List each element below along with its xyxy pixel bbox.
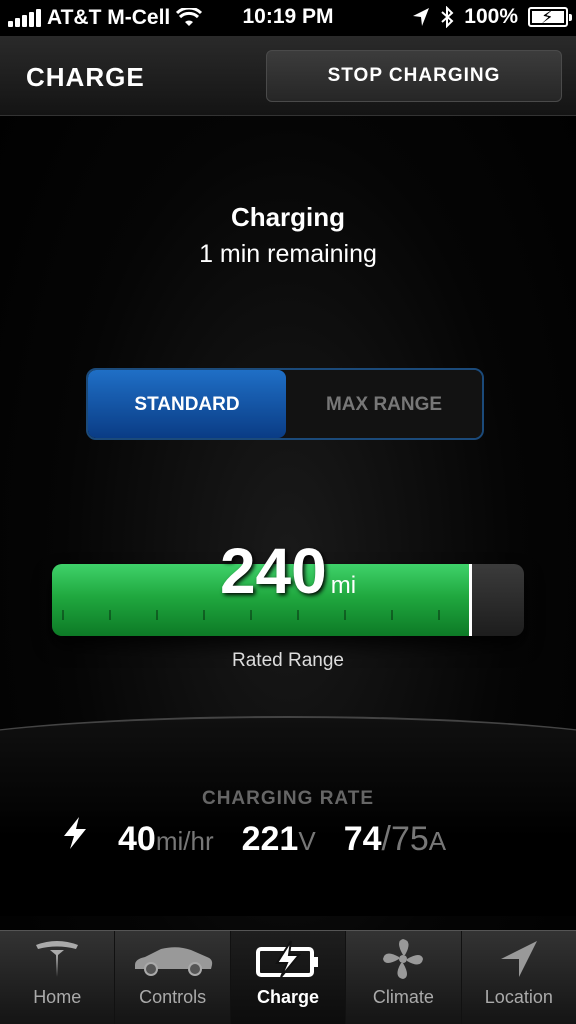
tab-climate[interactable]: Climate [345, 931, 460, 1024]
range-unit: mi [330, 572, 357, 599]
lightning-bolt-icon [64, 817, 86, 849]
tab-home-label: Home [33, 987, 82, 1007]
battery-percent: 100% [464, 5, 518, 28]
tab-controls[interactable]: Controls [114, 931, 229, 1024]
tab-charge[interactable]: Charge [229, 931, 346, 1024]
header-bar: CHARGE STOP CHARGING [0, 36, 576, 116]
status-bar-right: 100% ⚡ [412, 5, 572, 29]
charging-time-remaining: 1 min remaining [199, 240, 377, 268]
range-value: 240 [219, 535, 327, 607]
tab-bar: Home Controls Charge Climate Location [0, 930, 576, 1024]
location-arrow-icon [413, 8, 430, 26]
bluetooth-icon [441, 6, 454, 28]
tab-charge-label: Charge [257, 987, 320, 1007]
tab-controls-label: Controls [139, 987, 207, 1007]
charging-rate-title: CHARGING RATE [201, 788, 375, 809]
battery-charge-icon [231, 931, 345, 987]
charge-screen: AT&T M-Cell 10:19 PM 100% ⚡ CHARGE STOP … [0, 0, 576, 1024]
tab-climate-label: Climate [372, 987, 434, 1007]
battery-icon: ⚡ [528, 7, 572, 27]
tab-location[interactable]: Location [460, 931, 576, 1024]
max-range-mode-button[interactable]: MAX RANGE [286, 370, 482, 438]
tesla-logo-icon [0, 931, 114, 987]
charge-current-unit: A [428, 826, 447, 856]
status-bar: AT&T M-Cell 10:19 PM 100% ⚡ [0, 0, 576, 36]
tab-home[interactable]: Home [0, 931, 114, 1024]
charging-status-title: Charging [230, 202, 346, 232]
charge-current-max: /75 [381, 820, 429, 858]
charge-speed-value: 40 [118, 820, 156, 858]
charge-current-value: 74 [343, 820, 382, 858]
range-bar-ticks [62, 610, 464, 620]
charge-mode-toggle: STANDARD MAX RANGE [86, 368, 484, 440]
range-label: Rated Range [232, 650, 344, 671]
fan-icon [346, 931, 460, 987]
car-icon [115, 931, 229, 987]
navigation-arrow-icon [462, 931, 576, 987]
charge-current: 74/75A [344, 820, 446, 859]
charge-voltage-unit: V [298, 826, 316, 856]
charging-rate-row: 40mi/hr 221V 74/75A [60, 816, 520, 866]
standard-mode-button[interactable]: STANDARD [88, 370, 286, 438]
charge-voltage-value: 221 [241, 820, 299, 858]
charge-speed: 40mi/hr [118, 820, 214, 859]
range-readout: 240 mi [0, 534, 576, 608]
tab-location-label: Location [484, 987, 553, 1007]
page-title: CHARGE [26, 62, 145, 92]
charge-speed-unit: mi/hr [155, 826, 214, 856]
stop-charging-button[interactable]: STOP CHARGING [266, 50, 562, 102]
charge-voltage: 221V [242, 820, 316, 859]
